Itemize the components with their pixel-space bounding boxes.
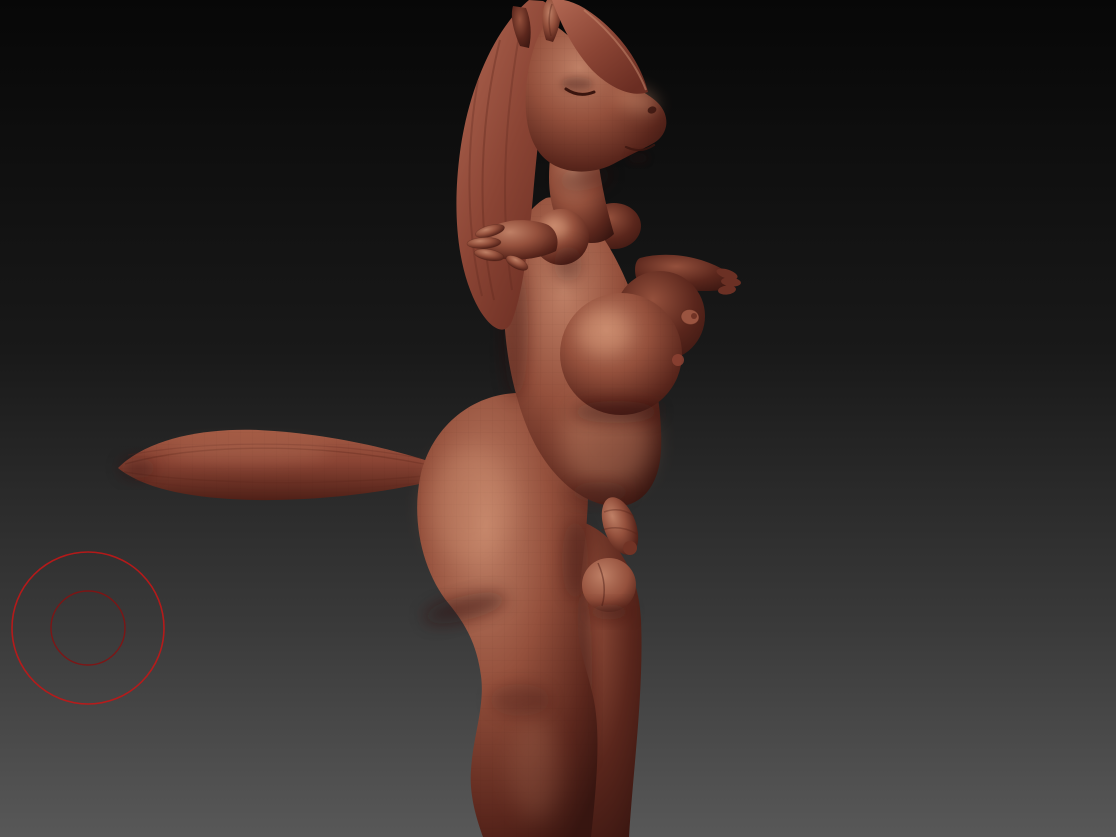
viewport-canvas[interactable] bbox=[0, 0, 1116, 837]
nipple-near bbox=[672, 354, 684, 366]
sculpt-viewport[interactable] bbox=[0, 0, 1116, 837]
